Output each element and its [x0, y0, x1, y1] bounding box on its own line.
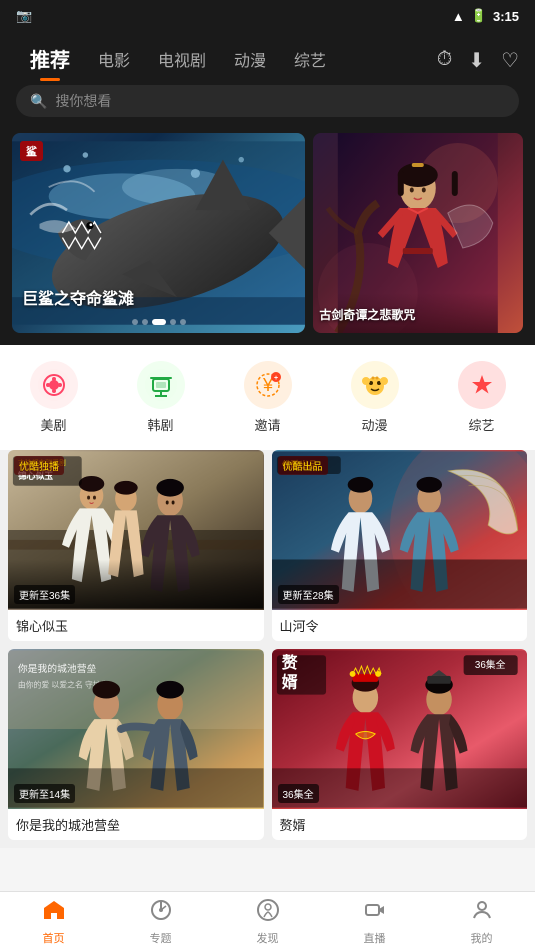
tab-anime[interactable]: 动漫: [220, 43, 280, 75]
dot-2: [142, 319, 148, 325]
hanju-icon: [137, 361, 185, 409]
card-jxsy[interactable]: 古装都市甜爱剧 锦心似玉 优酷独播 更新至36集 锦心似玉: [8, 450, 264, 641]
category-hanju[interactable]: 韩剧: [137, 361, 185, 434]
nav-home[interactable]: 首页: [0, 892, 107, 951]
dongman-icon: [351, 361, 399, 409]
discover-icon: [256, 898, 280, 928]
category-zongyi[interactable]: 综艺: [458, 361, 506, 434]
header-actions: ⏱ ⬇ ♡: [437, 48, 519, 73]
banner-main-label: 鲨: [20, 141, 43, 161]
card-shl-image: 优酷出品 优酷出品 更新至28集: [272, 450, 528, 610]
zongyi-label: 综艺: [468, 415, 494, 434]
header-top-row: 推荐 电影 电视剧 动漫 综艺 ⏱ ⬇ ♡: [16, 40, 519, 77]
nav-tabs: 推荐 电影 电视剧 动漫 综艺: [16, 40, 340, 77]
time: 3:15: [493, 9, 519, 24]
zongyi-icon: [458, 361, 506, 409]
nav-live[interactable]: 直播: [321, 892, 428, 951]
category-meiju[interactable]: 美剧: [30, 361, 78, 434]
banner-side-background: [313, 133, 523, 333]
history-icon[interactable]: ⏱: [437, 48, 453, 73]
special-icon: [149, 898, 173, 928]
dot-1: [132, 319, 138, 325]
tab-recommend[interactable]: 推荐: [16, 40, 84, 77]
meiju-icon: [30, 361, 78, 409]
bottom-nav: 首页 专题 发现 直播 我的: [0, 891, 535, 951]
banner-main-title: 巨鲨之夺命鲨滩: [22, 285, 134, 309]
svg-text:赘: 赘: [280, 653, 297, 672]
wifi-icon: ▲: [452, 9, 465, 24]
card-shl-title: 山河令: [272, 610, 528, 641]
profile-icon: [470, 898, 494, 928]
app-header: 推荐 电影 电视剧 动漫 综艺 ⏱ ⬇ ♡ 🔍 搜你想看: [0, 32, 535, 133]
live-icon: [363, 898, 387, 928]
banner-area: 鲨 巨鲨之夺命鲨滩: [0, 133, 535, 345]
banner-main[interactable]: 鲨 巨鲨之夺命鲨滩: [12, 133, 305, 333]
card-zp[interactable]: 赘 婿 36集全 36集全 赘婿: [272, 649, 528, 840]
card-zp-episode: 36集全: [278, 784, 319, 803]
svg-text:你是我的城池营垒: 你是我的城池营垒: [18, 662, 97, 675]
banner-dots: [132, 319, 186, 325]
card-jxsy-title: 锦心似玉: [8, 610, 264, 641]
status-bar: 📷 ▲ 🔋 3:15: [0, 0, 535, 32]
dot-5: [180, 319, 186, 325]
card-jxsy-badge: 优酷独播: [14, 456, 64, 475]
card-nwcq-image: 你是我的城池营垒 由你的爱 以爱之名 守护你 更新至: [8, 649, 264, 809]
category-dongman[interactable]: 动漫: [351, 361, 399, 434]
tab-variety[interactable]: 综艺: [280, 43, 340, 75]
invite-icon: ¥+: [244, 361, 292, 409]
category-invite[interactable]: ¥+ 邀请: [244, 361, 292, 434]
meiju-label: 美剧: [40, 415, 66, 434]
home-icon: [42, 898, 66, 928]
search-icon: 🔍: [30, 93, 47, 110]
content-grid: 古装都市甜爱剧 锦心似玉 优酷独播 更新至36集 锦心似玉: [0, 450, 535, 848]
profile-label: 我的: [471, 930, 493, 946]
card-jxsy-image: 古装都市甜爱剧 锦心似玉 优酷独播 更新至36集: [8, 450, 264, 610]
like-icon[interactable]: ♡: [501, 48, 519, 73]
search-bar[interactable]: 🔍 搜你想看: [16, 85, 519, 117]
category-row: 美剧 韩剧 ¥+ 邀请 动漫 综艺: [0, 345, 535, 450]
invite-label: 邀请: [254, 415, 280, 434]
dongman-label: 动漫: [361, 415, 387, 434]
dot-3: [152, 319, 166, 325]
download-icon[interactable]: ⬇: [468, 48, 485, 73]
search-placeholder: 搜你想看: [55, 91, 111, 111]
nav-discover[interactable]: 发现: [214, 892, 321, 951]
card-jxsy-episode: 更新至36集: [14, 585, 75, 604]
tab-tvshow[interactable]: 电视剧: [144, 43, 220, 75]
svg-text:+: +: [273, 375, 277, 382]
nav-special[interactable]: 专题: [107, 892, 214, 951]
banner-side-title: 古剑奇谭之悲歌咒: [319, 306, 517, 323]
svg-text:婿: 婿: [281, 673, 297, 692]
special-label: 专题: [150, 930, 172, 946]
card-zp-image: 赘 婿 36集全 36集全: [272, 649, 528, 809]
card-shl-episode: 更新至28集: [278, 585, 339, 604]
status-icons: ▲ 🔋 3:15: [452, 8, 519, 24]
tab-movie[interactable]: 电影: [84, 43, 144, 75]
card-zp-title: 赘婿: [272, 809, 528, 840]
discover-label: 发现: [257, 930, 279, 946]
nav-profile[interactable]: 我的: [428, 892, 535, 951]
battery-icon: 🔋: [471, 8, 487, 24]
live-label: 直播: [364, 930, 386, 946]
home-label: 首页: [43, 930, 65, 946]
card-shl[interactable]: 优酷出品 优酷出品 更新至28集 山河令: [272, 450, 528, 641]
card-shl-badge: 优酷出品: [278, 456, 328, 475]
hanju-label: 韩剧: [147, 415, 173, 434]
card-nwcq-title: 你是我的城池营垒: [8, 809, 264, 840]
card-nwcq-episode: 更新至14集: [14, 784, 75, 803]
svg-text:36集全: 36集全: [474, 658, 505, 671]
card-nwcq[interactable]: 你是我的城池营垒 由你的爱 以爱之名 守护你 更新至: [8, 649, 264, 840]
dot-4: [170, 319, 176, 325]
banner-side[interactable]: 古剑奇谭之悲歌咒: [313, 133, 523, 333]
app-icon: 📷: [16, 8, 32, 24]
